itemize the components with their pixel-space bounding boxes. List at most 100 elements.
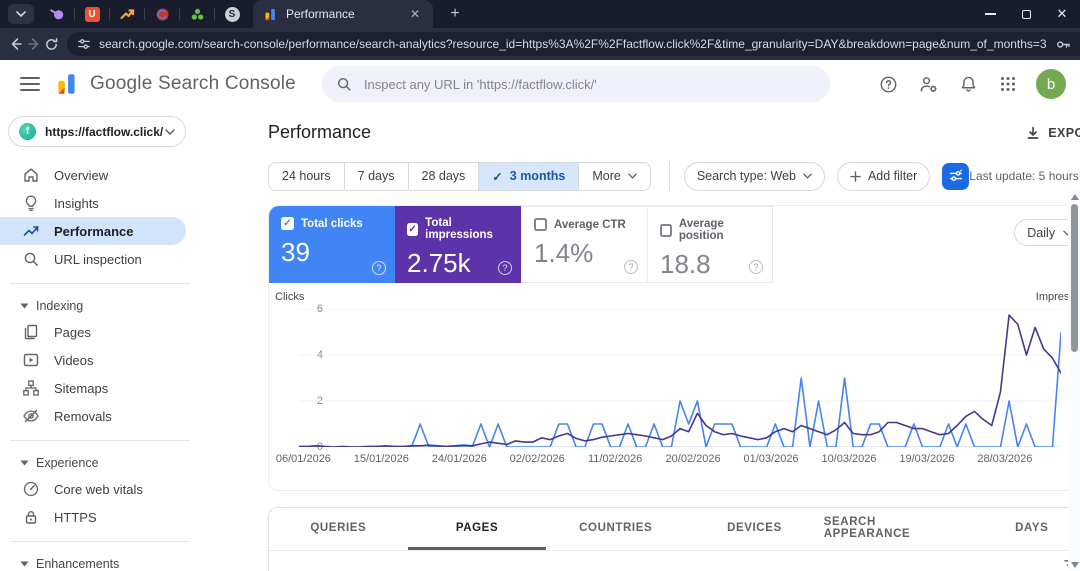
gauge-icon bbox=[23, 481, 39, 497]
range-24-hours[interactable]: 24 hours bbox=[268, 161, 345, 191]
range-7-days[interactable]: 7 days bbox=[344, 161, 409, 191]
help-circle-icon[interactable]: ? bbox=[372, 261, 386, 275]
site-info-icon[interactable] bbox=[77, 37, 91, 51]
maximize-button[interactable] bbox=[1008, 0, 1044, 28]
new-tab-button[interactable]: + bbox=[443, 5, 467, 23]
tile-value: 39 bbox=[281, 237, 310, 267]
scrollbar-up-arrow[interactable] bbox=[1070, 194, 1079, 200]
minimize-button[interactable] bbox=[972, 0, 1008, 28]
sidebar-item-overview[interactable]: Overview bbox=[0, 161, 252, 189]
help-icon bbox=[880, 76, 896, 92]
sidebar-item-performance[interactable]: Performance bbox=[0, 217, 186, 245]
tab-search-appearance[interactable]: SEARCH APPEARANCE bbox=[824, 508, 963, 550]
export-button[interactable]: EXPORT bbox=[1026, 126, 1080, 140]
sidebar-item-removals[interactable]: Removals bbox=[0, 402, 252, 430]
tab-devices[interactable]: DEVICES bbox=[685, 508, 824, 550]
main-content: Performance EXPORT 24 hours 7 days 28 da… bbox=[252, 108, 1080, 571]
chevron-down-icon bbox=[628, 173, 637, 179]
pinned-separator bbox=[214, 8, 215, 20]
browser-tab-strip: U S Performance ✕ + ✕ bbox=[0, 0, 1080, 28]
filter-settings-button[interactable] bbox=[942, 162, 970, 190]
tile-label: Total impressions bbox=[425, 217, 493, 241]
sidebar-item-url-inspection[interactable]: URL inspection bbox=[0, 245, 252, 273]
forward-button[interactable] bbox=[26, 31, 42, 57]
plot-area[interactable] bbox=[299, 309, 1061, 447]
tile-total-impressions[interactable]: ✓ Total impressions 2.75k ? bbox=[395, 206, 521, 283]
hamburger-menu-icon[interactable] bbox=[20, 77, 40, 91]
sidebar-label: Removals bbox=[54, 408, 112, 424]
url-bar[interactable]: search.google.com/search-console/perform… bbox=[67, 32, 1080, 56]
sidebar-item-https[interactable]: HTTPS bbox=[0, 503, 252, 531]
range-3-months-selected[interactable]: ✓ 3 months bbox=[479, 161, 580, 191]
sidebar-label: Performance bbox=[54, 223, 134, 239]
comet-icon bbox=[49, 8, 63, 19]
checkbox-checked-icon[interactable]: ✓ bbox=[407, 222, 419, 236]
sidebar-label: URL inspection bbox=[54, 251, 142, 267]
tile-value: 2.75k bbox=[407, 248, 471, 278]
sidebar-item-core-web-vitals[interactable]: Core web vitals bbox=[0, 475, 252, 503]
section-label: Experience bbox=[36, 456, 99, 470]
tab-queries[interactable]: QUERIES bbox=[269, 508, 408, 550]
help-circle-icon[interactable]: ? bbox=[749, 260, 763, 274]
lightbulb-icon bbox=[25, 195, 37, 212]
scrollbar-down-arrow[interactable] bbox=[1070, 562, 1079, 568]
date-range-segment: 24 hours 7 days 28 days ✓ 3 months More bbox=[268, 161, 651, 191]
help-button[interactable] bbox=[876, 72, 900, 96]
sidebar-section-enhancements[interactable]: Enhancements bbox=[0, 552, 252, 571]
checkbox-unchecked-icon[interactable] bbox=[534, 218, 547, 231]
reload-button[interactable] bbox=[44, 31, 59, 57]
close-button[interactable]: ✕ bbox=[1044, 0, 1080, 28]
checkbox-unchecked-icon[interactable] bbox=[660, 223, 672, 237]
sidebar-item-pages[interactable]: Pages bbox=[0, 318, 252, 346]
apps-grid-button[interactable] bbox=[996, 72, 1020, 96]
sidebar-label: HTTPS bbox=[54, 509, 97, 525]
pinned-tab-trend[interactable] bbox=[112, 3, 142, 25]
tab-pages[interactable]: PAGES bbox=[407, 508, 547, 550]
property-url: https://factflow.click/ bbox=[45, 124, 164, 139]
tile-average-ctr[interactable]: Average CTR 1.4% ? bbox=[521, 206, 647, 283]
pinned-tab-red[interactable] bbox=[147, 3, 177, 25]
pinned-tab-u[interactable]: U bbox=[77, 3, 107, 25]
sidebar-item-insights[interactable]: Insights bbox=[0, 189, 252, 217]
tab-days[interactable]: DAYS bbox=[962, 508, 1080, 550]
sidebar-section-indexing[interactable]: Indexing bbox=[0, 294, 252, 318]
add-filter-button[interactable]: Add filter bbox=[836, 161, 931, 191]
video-icon bbox=[23, 353, 39, 367]
active-browser-tab[interactable]: Performance ✕ bbox=[253, 0, 433, 28]
sidebar-item-videos[interactable]: Videos bbox=[0, 346, 252, 374]
url-inspect-search[interactable]: Inspect any URL in 'https://factflow.cli… bbox=[321, 66, 830, 102]
back-button[interactable] bbox=[8, 31, 24, 57]
notifications-button[interactable] bbox=[956, 72, 980, 96]
account-avatar[interactable]: b bbox=[1036, 69, 1066, 99]
password-key-icon[interactable] bbox=[1055, 36, 1072, 53]
url-text[interactable]: search.google.com/search-console/perform… bbox=[99, 37, 1047, 51]
sidebar-section-experience[interactable]: Experience bbox=[0, 451, 252, 475]
x-axis-label: 28/03/2026 bbox=[977, 453, 1033, 465]
range-28-days[interactable]: 28 days bbox=[408, 161, 480, 191]
user-settings-button[interactable] bbox=[916, 72, 940, 96]
pinned-tab-comet[interactable] bbox=[42, 3, 72, 25]
sidebar-label: Overview bbox=[54, 167, 109, 183]
tile-label: Average position bbox=[678, 218, 724, 242]
sidebar-item-sitemaps[interactable]: Sitemaps bbox=[0, 374, 252, 402]
x-axis-label: 06/01/2026 bbox=[275, 453, 331, 465]
checkbox-checked-icon[interactable]: ✓ bbox=[281, 217, 294, 230]
pinned-tab-green[interactable] bbox=[182, 3, 212, 25]
tab-close-icon[interactable]: ✕ bbox=[407, 6, 423, 22]
scrollbar-thumb[interactable] bbox=[1070, 204, 1078, 352]
property-selector[interactable]: f https://factflow.click/ bbox=[8, 116, 186, 147]
tab-search-button[interactable] bbox=[8, 4, 34, 24]
left-axis-title: Clicks bbox=[275, 291, 305, 303]
tab-countries[interactable]: COUNTRIES bbox=[546, 508, 685, 550]
help-circle-icon[interactable]: ? bbox=[624, 260, 638, 274]
search-type-dropdown[interactable]: Search type: Web bbox=[683, 161, 825, 191]
metric-tiles: ✓ Total clicks 39 ? ✓ Total impressions 2.… bbox=[269, 206, 1080, 283]
page-scrollbar[interactable] bbox=[1068, 190, 1080, 571]
tile-average-position[interactable]: Average position 18.8 ? bbox=[647, 206, 773, 283]
performance-chart-svg bbox=[299, 309, 1061, 447]
bell-icon bbox=[961, 76, 975, 92]
range-more-dropdown[interactable]: More bbox=[579, 161, 651, 191]
help-circle-icon[interactable]: ? bbox=[498, 261, 512, 275]
pinned-tab-globe[interactable]: S bbox=[217, 3, 247, 25]
tile-total-clicks[interactable]: ✓ Total clicks 39 ? bbox=[269, 206, 395, 283]
